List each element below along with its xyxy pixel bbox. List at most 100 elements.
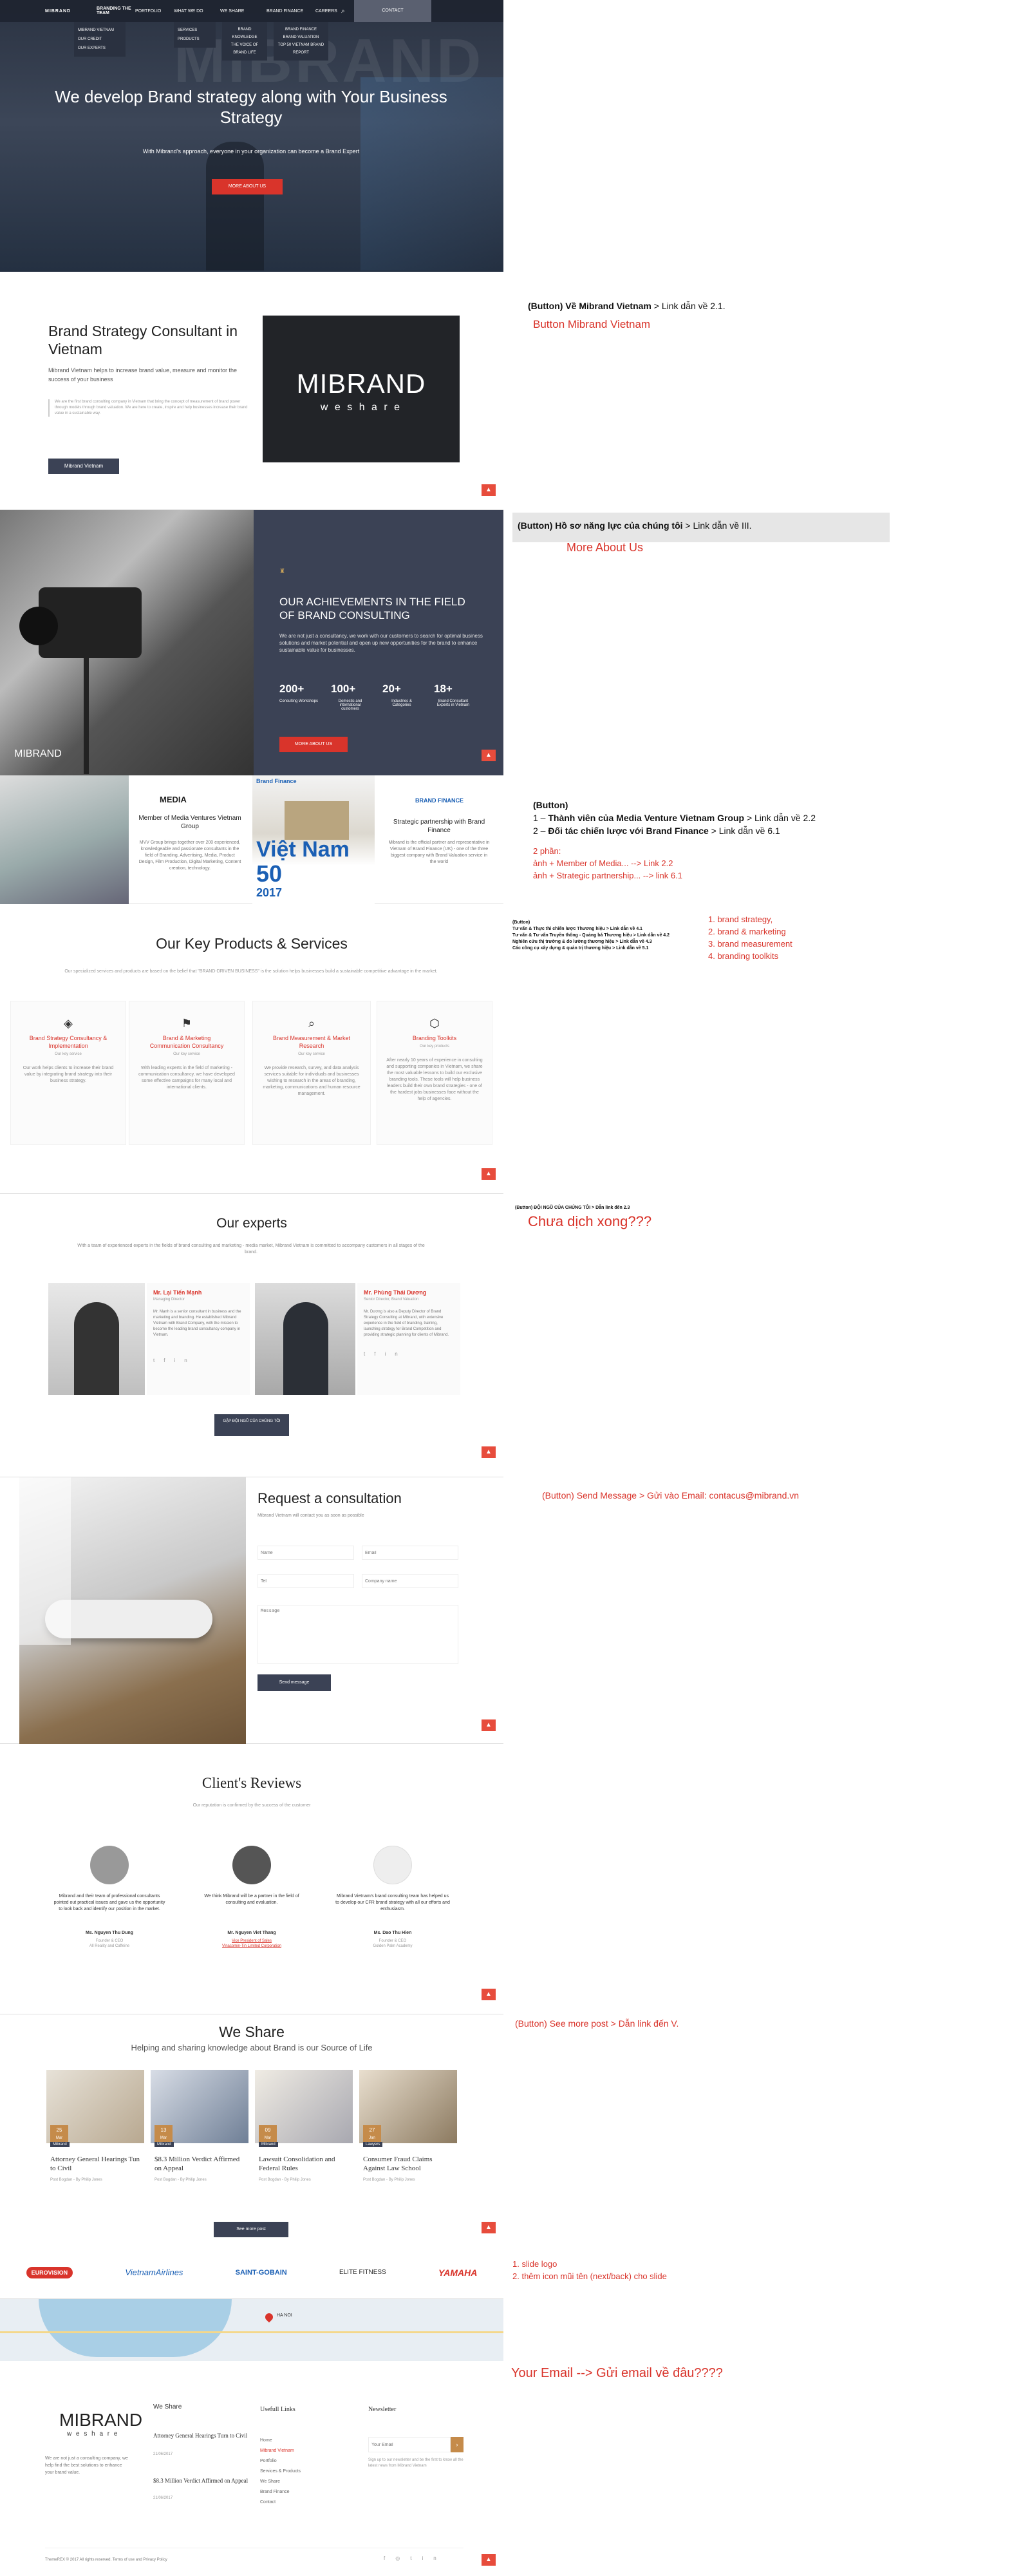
footer-link[interactable]: Services & Products bbox=[260, 2467, 301, 2477]
name-field[interactable] bbox=[258, 1546, 354, 1560]
footer-share-item[interactable]: $8.3 Million Verdict Affirmed on Appeal bbox=[153, 2477, 250, 2485]
post-title: $8.3 Million Verdict Affirmed on Appeal bbox=[154, 2155, 240, 2172]
dropdown-item[interactable]: BRAND VALUATION bbox=[277, 33, 324, 41]
send-message-button[interactable]: Send message bbox=[258, 1674, 331, 1691]
dropdown-item[interactable]: SERVICES bbox=[178, 26, 212, 35]
nav-item-what-we-do[interactable]: WHAT WE DO bbox=[174, 9, 220, 14]
footer-share-item[interactable]: Attorney General Hearings Turn to Civil bbox=[153, 2432, 250, 2439]
post-card[interactable]: 09 Mar Mibrand Lawsuit Consolidation and … bbox=[255, 2070, 353, 2199]
map-section[interactable]: HA NOI bbox=[0, 2299, 503, 2361]
product-title: Brand & Marketing Communication Consulta… bbox=[149, 1035, 224, 1049]
post-date: 13 Mar bbox=[154, 2125, 173, 2143]
scroll-up-button[interactable]: ▲ bbox=[482, 2554, 496, 2566]
facebook-icon[interactable]: f bbox=[384, 2555, 395, 2561]
nav-logo[interactable]: MIBRAND bbox=[45, 9, 97, 14]
expert-silhouette bbox=[283, 1302, 328, 1395]
footer-link[interactable]: Contact bbox=[260, 2497, 301, 2508]
stat-label: Brand Consultant Experts in Vietnam bbox=[436, 699, 470, 707]
product-title: Branding Toolkits bbox=[412, 1035, 457, 1041]
mibrand-vietnam-button[interactable]: Mibrand Vietnam bbox=[48, 459, 119, 474]
dropdown-item[interactable]: TOP 50 VIETNAM BRAND REPORT bbox=[277, 41, 324, 57]
facebook-icon[interactable]: f bbox=[164, 1358, 174, 1363]
footer: MIBRAND w e s h a r e We are not just a … bbox=[0, 2361, 503, 2576]
post-card[interactable]: 25 Mar Mibrand Attorney General Hearings … bbox=[46, 2070, 144, 2199]
mibrand-logo-sub: w e s h a r e bbox=[320, 402, 402, 413]
twitter-icon[interactable]: t bbox=[153, 1358, 164, 1363]
contact-button[interactable]: CONTACT bbox=[354, 0, 431, 22]
mibrand-logo-box: MIBRAND w e s h a r e bbox=[263, 316, 460, 462]
nav-item-we-share[interactable]: WE SHARE bbox=[220, 9, 267, 14]
map-pin-icon bbox=[263, 2311, 275, 2323]
product-card[interactable]: ⌕ Brand Measurement & Market Research Ou… bbox=[252, 1001, 371, 1145]
dropdown-item[interactable]: MIBRAND VIETNAM bbox=[78, 26, 122, 35]
bf-text: Mibrand is the official partner and repr… bbox=[388, 840, 490, 864]
newsletter-submit-button[interactable]: › bbox=[451, 2437, 464, 2452]
client-logo: VietnamAirlines bbox=[125, 2268, 183, 2277]
scroll-up-button[interactable]: ▲ bbox=[482, 750, 496, 761]
achievements-more-button[interactable]: MORE ABOUT US bbox=[279, 737, 348, 752]
bf-logo[interactable]: BRAND FINANCE bbox=[415, 797, 464, 804]
scroll-up-button[interactable]: ▲ bbox=[482, 1989, 496, 2000]
post-card[interactable]: 27 Jan Lawyers Consumer Fraud Claims Agai… bbox=[359, 2070, 457, 2199]
dropdown-item[interactable]: OUR CREDIT bbox=[78, 35, 122, 44]
twitter-icon[interactable]: t bbox=[364, 1351, 374, 1357]
media-title[interactable]: Member of Media Ventures Vietnam Group bbox=[138, 814, 241, 831]
message-field[interactable] bbox=[258, 1605, 458, 1664]
tel-field[interactable] bbox=[258, 1574, 354, 1588]
tripod bbox=[84, 658, 89, 774]
dropdown-item[interactable]: BRAND FINANCE bbox=[277, 26, 324, 33]
post-date: 25 Mar bbox=[50, 2125, 68, 2143]
instagram-icon[interactable]: ◎ bbox=[395, 2555, 410, 2561]
annotation-6: (Button) Send Message > Gửi vào Email: c… bbox=[542, 1490, 800, 1501]
post-date: 09 Mar bbox=[259, 2125, 277, 2143]
scroll-up-button[interactable]: ▲ bbox=[482, 1446, 496, 1458]
see-more-button[interactable]: See more post bbox=[214, 2222, 288, 2237]
twitter-icon[interactable]: t bbox=[410, 2555, 422, 2561]
review-name: Mr. Nguyen Viet Thang bbox=[227, 1931, 276, 1935]
footer-link[interactable]: Mibrand Vietnam bbox=[260, 2446, 301, 2456]
dropdown-item[interactable]: THE VOICE OF BRAND LIFE bbox=[226, 41, 263, 57]
footer-link[interactable]: Home bbox=[260, 2436, 301, 2446]
stats-row: 200+ Consulting Workshops 100+ Domestic an… bbox=[279, 683, 485, 711]
linkedin-icon[interactable]: in bbox=[384, 1351, 406, 1357]
team-button[interactable]: GẶP ĐỘI NGŨ CỦA CHÚNG TÔI bbox=[214, 1414, 289, 1436]
footer-link[interactable]: Brand Finance bbox=[260, 2487, 301, 2497]
product-card[interactable]: ⬡ Branding Toolkits Our key products Aft… bbox=[377, 1001, 492, 1145]
media-logo[interactable]: MEDIA bbox=[160, 795, 187, 804]
achievements-logo: MIBRAND bbox=[14, 748, 62, 759]
company-field[interactable] bbox=[362, 1574, 458, 1588]
nav-item-brand-finance[interactable]: BRAND FINANCE bbox=[267, 9, 315, 14]
nav-item-portfolio[interactable]: PORTFOLIO bbox=[135, 9, 174, 14]
consultation-section: Request a consultation Mibrand Vietnam w… bbox=[0, 1477, 503, 1744]
linkedin-icon[interactable]: in bbox=[174, 1358, 196, 1363]
footer-link[interactable]: Portfolio bbox=[260, 2456, 301, 2467]
newsletter-note: Sign up to our newsletter and be the fir… bbox=[368, 2458, 464, 2468]
top50-cover[interactable]: Brand Finance Việt Nam 50 2017 bbox=[252, 775, 375, 904]
scroll-up-button[interactable]: ▲ bbox=[482, 1719, 496, 1731]
dropdown-item[interactable]: PRODUCTS bbox=[178, 35, 212, 44]
product-sub: Our key service bbox=[55, 1052, 82, 1056]
linkedin-icon[interactable]: in bbox=[422, 2555, 446, 2561]
footer-links: Home Mibrand Vietnam Portfolio Services … bbox=[260, 2436, 301, 2508]
nav-item-careers[interactable]: CAREERS bbox=[315, 9, 341, 14]
dropdown-item[interactable]: OUR EXPERTS bbox=[78, 44, 122, 53]
scroll-up-button[interactable]: ▲ bbox=[482, 484, 496, 496]
search-icon[interactable]: ⌕ bbox=[341, 8, 354, 15]
dropdown-item[interactable]: BRAND KNOWLEDGE bbox=[226, 26, 263, 41]
hero-more-button[interactable]: MORE ABOUT US bbox=[212, 179, 283, 194]
product-text: Our work helps clients to increase their… bbox=[23, 1066, 114, 1083]
facebook-icon[interactable]: f bbox=[374, 1351, 384, 1357]
annotation-3-title: (Button) bbox=[533, 800, 568, 810]
product-card[interactable]: ◈ Brand Strategy Consultancy & Implement… bbox=[10, 1001, 126, 1145]
newsletter-email-input[interactable] bbox=[368, 2437, 451, 2452]
footer-link[interactable]: We Share bbox=[260, 2477, 301, 2487]
nav-item-team[interactable]: BRANDING THE TEAM bbox=[97, 6, 135, 15]
product-card[interactable]: ⚑ Brand & Marketing Communication Consul… bbox=[129, 1001, 245, 1145]
post-card[interactable]: 13 Mar Mibrand $8.3 Million Verdict Affir… bbox=[151, 2070, 248, 2199]
scroll-up-button[interactable]: ▲ bbox=[482, 2222, 496, 2233]
bf-title[interactable]: Strategic partnership with Brand Finance bbox=[388, 818, 491, 835]
scroll-up-button[interactable]: ▲ bbox=[482, 1168, 496, 1180]
annotation-4-red-item: 3. brand measurement bbox=[708, 939, 792, 949]
email-field[interactable] bbox=[362, 1546, 458, 1560]
annotation-3: (Button) 1 – Thành viên của Media Ventur… bbox=[533, 799, 816, 837]
